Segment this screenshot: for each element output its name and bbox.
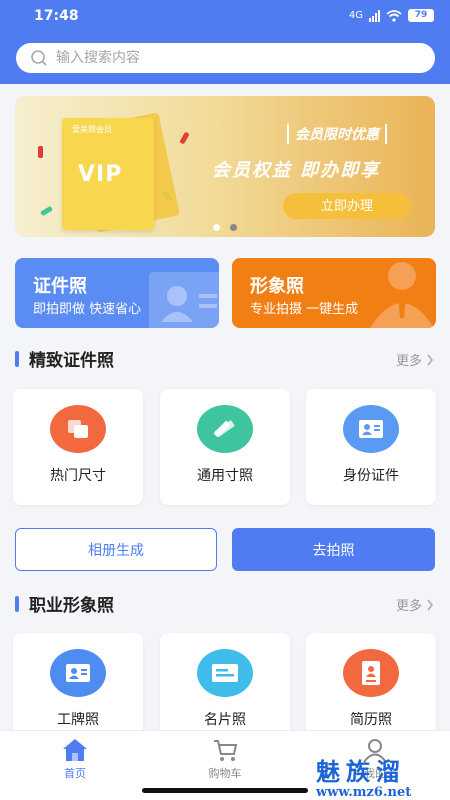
tile-label: 名片照 [204,712,246,728]
search-input[interactable] [56,50,396,66]
watermark-url: www.mz6.net [316,785,412,800]
tab-label: 首页 [64,767,86,780]
tile-label: 通用寸照 [197,468,253,484]
more-label: 更多 [395,354,422,369]
signal-icon [369,9,380,22]
category-title: 证件照 [33,276,87,297]
watermark-text: 魅族溜 [316,757,406,786]
vip-badge: VIP [78,162,123,187]
badge-card-icon [50,649,106,697]
chevron-right-icon [427,354,433,365]
person-decoration-icon [370,262,434,328]
home-icon [63,739,87,761]
album-generate-button[interactable]: 相册生成 [15,528,217,571]
carousel-dot[interactable] [230,224,237,231]
take-photo-button[interactable]: 去拍照 [232,528,435,571]
resume-icon [343,649,399,697]
tile-id-card[interactable]: 身份证件 [306,389,436,505]
photos-icon [50,405,106,453]
promo-tag: 会员限时优惠 [287,124,387,144]
vip-card: 爱美照会员 VIP [62,118,154,230]
tile-label: 身份证件 [343,468,399,484]
tile-general-size[interactable]: 通用寸照 [160,389,290,505]
section-title-text: 职业形象照 [29,596,114,616]
battery-icon: 79 [408,9,434,22]
more-label: 更多 [395,599,422,614]
watermark: 魅族溜 www.mz6.net [316,752,411,800]
search-icon [31,50,47,66]
search-bar[interactable] [16,43,435,73]
tile-popular-size[interactable]: 热门尺寸 [13,389,143,505]
section-title-id-photo: 精致证件照 [15,346,114,371]
tile-label: 热门尺寸 [50,468,106,484]
carousel-dot-active[interactable] [213,224,220,231]
tile-label: 简历照 [350,712,392,728]
vip-card-title: 爱美照会员 [72,125,112,134]
more-link-id-photo[interactable]: 更多 [396,350,434,369]
home-indicator[interactable] [142,788,308,793]
tile-label: 工牌照 [57,712,99,728]
business-card-icon [197,649,253,697]
tab-home[interactable]: 首页 [35,737,115,781]
network-type: 4G [348,10,363,21]
id-card-icon [343,405,399,453]
pencil-ruler-icon [197,405,253,453]
more-link-career-photo[interactable]: 更多 [396,595,434,614]
id-card-decoration-icon [149,272,219,328]
category-subtitle: 专业拍摄 一键生成 [250,302,359,317]
cart-icon [214,740,238,761]
banner-slogan: 会员权益 即办即享 [212,160,381,181]
section-title-text: 精致证件照 [29,351,114,371]
tab-label: 购物车 [208,767,242,780]
apply-now-button[interactable]: 立即办理 [283,193,411,219]
section-accent [15,595,19,612]
carousel-indicator[interactable] [213,224,237,231]
chevron-right-icon [427,599,433,610]
status-icons: 4G 79 [349,9,434,22]
status-bar: 17:48 4G 79 [0,0,450,32]
tab-cart[interactable]: 购物车 [185,737,265,781]
section-title-career-photo: 职业形象照 [15,591,114,616]
category-image-photo[interactable]: 形象照 专业拍摄 一键生成 [232,258,436,328]
category-id-photo[interactable]: 证件照 即拍即做 快速省心 [15,258,219,328]
status-time: 17:48 [34,8,79,24]
wifi-icon [386,9,402,22]
category-subtitle: 即拍即做 快速省心 [33,302,142,317]
category-title: 形象照 [250,276,304,297]
confetti-decoration [38,146,43,158]
section-accent [15,350,19,367]
